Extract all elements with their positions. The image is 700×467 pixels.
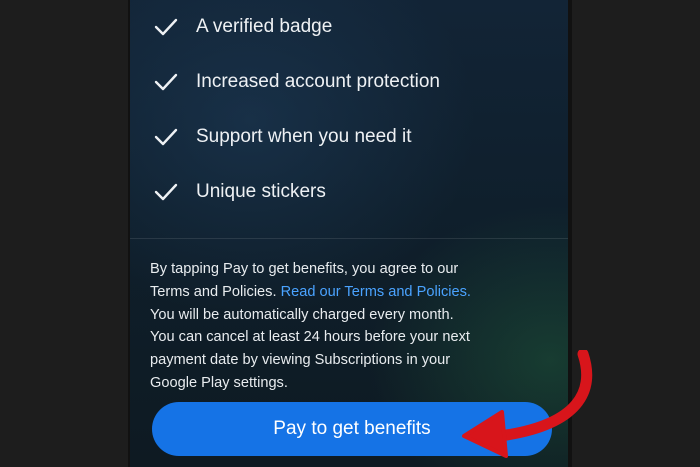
legal-disclaimer: By tapping Pay to get benefits, you agre… [150,258,550,395]
subscription-screen: A verified badge Increased account prote… [130,0,568,467]
legal-text: Terms and Policies. [150,283,281,300]
terms-link[interactable]: Read our Terms and Policies. [281,284,471,300]
legal-line: payment date by viewing Subscriptions in… [150,352,451,369]
benefit-item-account-protection: Increased account protection [130,62,568,102]
legal-line: You can cancel at least 24 hours before … [150,329,470,346]
checkmark-icon [154,128,178,146]
checkmark-icon [154,183,178,201]
background-left [0,0,128,467]
background-right [572,0,700,467]
legal-line: Google Play settings. [150,374,288,391]
benefit-item-stickers: Unique stickers [130,172,568,212]
checkmark-icon [154,73,178,91]
legal-line: Terms and Policies. Read our Terms and P… [150,281,550,304]
phone-frame: A verified badge Increased account prote… [128,0,572,467]
legal-line: You will be automatically charged every … [150,306,454,323]
benefit-item-verified-badge: A verified badge [130,7,568,47]
benefit-label: Unique stickers [196,181,326,202]
pay-button-label: Pay to get benefits [273,418,431,439]
benefit-label: Support when you need it [196,126,412,147]
section-divider [130,238,568,239]
benefit-label: Increased account protection [196,71,440,92]
benefit-label: A verified badge [196,16,333,37]
legal-line: By tapping Pay to get benefits, you agre… [150,261,459,277]
benefit-item-support: Support when you need it [130,117,568,157]
pay-to-get-benefits-button[interactable]: Pay to get benefits [152,402,552,456]
checkmark-icon [154,18,178,36]
